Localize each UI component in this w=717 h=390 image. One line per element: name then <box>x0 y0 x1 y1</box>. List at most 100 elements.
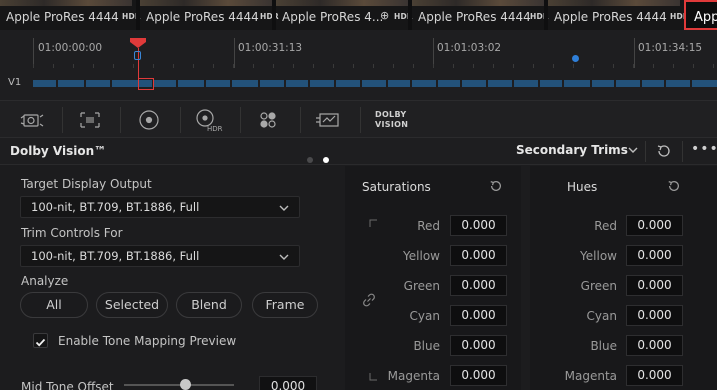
saturation-magenta-field[interactable]: 0.000 <box>450 365 507 386</box>
clip-boundary <box>334 80 336 87</box>
reset-icon[interactable] <box>656 143 672 159</box>
timecode-label: 01:00:31:13 <box>238 42 303 54</box>
reset-hues-icon[interactable] <box>667 179 681 193</box>
clip-boundary <box>538 80 540 87</box>
hue-magenta-label: Magenta <box>564 369 617 383</box>
clip-boundary <box>436 80 438 87</box>
clip-boundary <box>56 80 58 87</box>
timecode-label: 01:01:03:02 <box>437 42 502 54</box>
saturations-title: Saturations <box>362 180 431 194</box>
more-options-icon[interactable]: ••• <box>691 141 717 157</box>
clip-boundary <box>84 80 86 87</box>
reset-saturations-icon[interactable] <box>489 179 503 193</box>
page-dots[interactable] <box>307 148 339 167</box>
hue-green-field[interactable]: 0.000 <box>626 275 683 296</box>
target-display-label: Target Display Output <box>21 177 152 191</box>
hue-green-label: Green <box>580 279 617 293</box>
saturation-green-field[interactable]: 0.000 <box>450 275 507 296</box>
hues-panel: Hues <box>530 166 717 390</box>
hue-red-label: Red <box>594 219 617 233</box>
page-dot[interactable] <box>307 157 313 163</box>
saturation-magenta-label: Magenta <box>387 369 440 383</box>
clip-boundary <box>204 80 206 87</box>
chevron-down-icon <box>279 254 289 260</box>
clip-boundary <box>258 80 260 87</box>
clip-boundary <box>360 80 362 87</box>
clip-boundary <box>590 80 592 87</box>
clip-name: Apple ProRes 4444 <box>418 10 531 24</box>
clip-boundary <box>386 80 388 87</box>
clip-name: Apple ProRes 4444 <box>554 10 667 24</box>
mid-tone-offset-field[interactable]: 0.000 <box>259 376 317 390</box>
hue-cyan-label: Cyan <box>586 309 617 323</box>
analyze-all-button[interactable]: All <box>20 292 88 318</box>
camera-raw-icon[interactable] <box>14 105 50 135</box>
clip-boundary <box>614 80 616 87</box>
saturation-cyan-label: Cyan <box>409 309 440 323</box>
clip-boundary <box>110 80 112 87</box>
color-toolbar: HDR DOLBY VISION <box>0 100 717 138</box>
clip-name: Apple ProRes 4444 <box>146 10 259 24</box>
current-clip-marker <box>138 78 154 90</box>
clip-thumbnail[interactable]: Apple ProRes 4444 HDR <box>548 0 689 30</box>
clip-thumbnail[interactable]: Apple ProRes 4444 HDR <box>140 0 279 30</box>
trim-controls-label: Trim Controls For <box>21 226 123 240</box>
clip-boundary <box>460 80 462 87</box>
trim-controls-dropdown[interactable]: 100-nit, BT.709, BT.1886, Full <box>20 245 300 267</box>
hue-blue-field[interactable]: 0.000 <box>626 335 683 356</box>
motion-effects-icon[interactable] <box>310 105 346 135</box>
clip-boundary <box>664 80 666 87</box>
playhead-marker-icon <box>134 51 141 60</box>
analyze-selected-button[interactable]: Selected <box>96 292 168 318</box>
clip-thumbnail[interactable]: Apple ProRes 4444 HDR <box>412 0 549 30</box>
chevron-down-icon <box>279 205 289 211</box>
primaries-icon[interactable] <box>131 105 167 135</box>
clip-thumbnail[interactable]: Apple ProRes 4444 HDR <box>0 0 141 30</box>
clip-boundary <box>640 80 642 87</box>
target-display-dropdown[interactable]: 100-nit, BT.709, BT.1886, Full <box>20 196 300 218</box>
link-icon[interactable] <box>362 293 376 307</box>
hue-magenta-field[interactable]: 0.000 <box>626 365 683 386</box>
timeline-marker-icon[interactable] <box>572 55 579 62</box>
video-track-v1[interactable]: V1 <box>0 68 717 100</box>
playhead-handle[interactable] <box>130 38 146 48</box>
mid-tone-offset-label: Mid Tone Offset <box>21 380 114 390</box>
hue-blue-label: Blue <box>590 339 617 353</box>
mid-tone-slider-track[interactable] <box>124 384 234 386</box>
analyze-label: Analyze <box>21 274 69 288</box>
timecode-label: 01:01:34:15 <box>638 42 703 54</box>
saturation-red-field[interactable]: 0.000 <box>450 215 507 236</box>
chevron-down-icon[interactable] <box>627 145 639 155</box>
target-icon: ⊕ <box>380 9 390 22</box>
tone-mapping-checkbox[interactable] <box>33 333 48 348</box>
hue-yellow-field[interactable]: 0.000 <box>626 245 683 266</box>
page-dot-active[interactable] <box>323 157 329 163</box>
clip-boundary <box>230 80 232 87</box>
trims-mode-select[interactable]: Secondary Trims <box>516 143 628 157</box>
clip-strip: Apple ProRes 4444 HDR Apple ProRes 4444 … <box>0 0 717 30</box>
clip-thumbnail-active[interactable]: Apple <box>684 0 717 30</box>
timeline-ruler[interactable]: 01:00:00:00 01:00:31:13 01:01:03:02 01:0… <box>0 30 717 68</box>
clip-boundary <box>512 80 514 87</box>
hue-cyan-field[interactable]: 0.000 <box>626 305 683 326</box>
hues-title: Hues <box>567 180 598 194</box>
saturation-yellow-field[interactable]: 0.000 <box>450 245 507 266</box>
panel-header: Dolby Vision™ Secondary Trims ••• <box>0 138 717 165</box>
saturation-blue-field[interactable]: 0.000 <box>450 335 507 356</box>
clip-thumbnail[interactable]: Apple ProRes 4... ⊕ HDR <box>276 0 413 30</box>
clip-boundary <box>284 80 286 87</box>
checkmark-icon <box>35 338 46 347</box>
clip-boundary <box>308 80 310 87</box>
clip-boundary <box>176 80 178 87</box>
svg-text:HDR: HDR <box>207 125 223 133</box>
track-label: V1 <box>8 77 22 88</box>
dolby-vision-tab[interactable]: DOLBY VISION <box>375 110 408 130</box>
analyze-frame-button[interactable]: Frame <box>252 292 318 318</box>
analyze-blend-button[interactable]: Blend <box>176 292 242 318</box>
hdr-wheels-icon[interactable]: HDR <box>190 105 226 135</box>
hue-red-field[interactable]: 0.000 <box>626 215 683 236</box>
rgb-mixer-icon[interactable] <box>250 105 286 135</box>
color-match-icon[interactable] <box>72 105 108 135</box>
saturation-cyan-field[interactable]: 0.000 <box>450 305 507 326</box>
mid-tone-slider-knob[interactable] <box>180 379 191 390</box>
